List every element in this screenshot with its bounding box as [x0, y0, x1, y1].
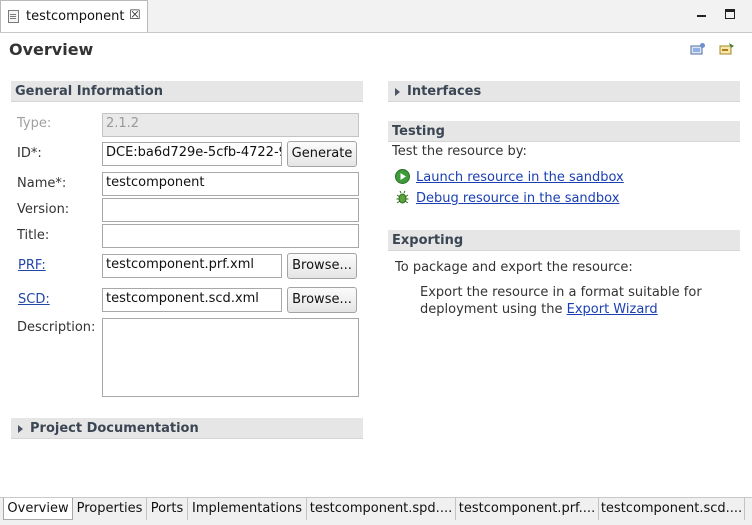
type-field: 2.1.2	[102, 113, 359, 137]
testing-intro: Test the resource by:	[392, 144, 527, 159]
page-tab-overview[interactable]: Overview	[3, 498, 73, 520]
editor-tab-label: testcomponent	[26, 9, 125, 24]
launch-sandbox-link[interactable]: Launch resource in the sandbox	[416, 170, 624, 185]
id-label: ID*:	[17, 146, 42, 161]
debug-icon	[396, 190, 409, 204]
editor-page-tabs: Overview Properties Ports Implementation…	[0, 497, 752, 525]
page-tab-spd[interactable]: testcomponent.spd....	[307, 498, 456, 520]
interfaces-title: Interfaces	[407, 84, 482, 99]
expand-triangle-icon	[18, 425, 23, 433]
exporting-intro: To package and export the resource:	[395, 260, 633, 275]
scd-link[interactable]: SCD:	[18, 292, 50, 307]
name-field[interactable]: testcomponent	[102, 172, 359, 196]
scd-field[interactable]: testcomponent.scd.xml	[102, 288, 282, 312]
export-wizard-link[interactable]: Export Wizard	[567, 302, 658, 317]
debug-sandbox-link[interactable]: Debug resource in the sandbox	[416, 191, 619, 206]
project-documentation-header[interactable]: Project Documentation	[11, 418, 363, 439]
page-tab-properties[interactable]: Properties	[73, 498, 147, 520]
maximize-icon[interactable]	[725, 9, 735, 19]
page-tab-prf[interactable]: testcomponent.prf....	[456, 498, 599, 520]
version-field[interactable]	[102, 198, 359, 222]
testing-header: Testing	[388, 121, 740, 142]
project-documentation-title: Project Documentation	[30, 421, 199, 436]
id-field[interactable]: DCE:ba6d729e-5cfb-4722-9	[102, 142, 282, 166]
testing-title: Testing	[392, 124, 445, 139]
exporting-description-prefix: deployment using the	[420, 302, 563, 317]
editor-tab-testcomponent[interactable]: testcomponent ☒	[0, 0, 148, 32]
page-tab-ports[interactable]: Ports	[147, 498, 188, 520]
title-label: Title:	[17, 228, 50, 243]
exporting-header: Exporting	[388, 230, 740, 251]
version-label: Version:	[17, 202, 70, 217]
exporting-description-line2: deployment using the Export Wizard	[420, 302, 658, 317]
title-field[interactable]	[102, 224, 359, 248]
description-label: Description:	[17, 320, 96, 335]
page-tab-implementations[interactable]: Implementations	[188, 498, 307, 520]
exporting-description-line1: Export the resource in a format suitable…	[420, 285, 702, 300]
scd-browse-button[interactable]: Browse...	[287, 287, 357, 313]
expand-triangle-icon	[395, 88, 400, 96]
header-action-icon[interactable]	[690, 42, 706, 56]
close-icon[interactable]: ☒	[129, 8, 141, 23]
header-action2-icon[interactable]	[719, 42, 735, 56]
run-icon	[395, 169, 410, 184]
page-title: Overview	[9, 40, 94, 59]
page-tab-scd[interactable]: testcomponent.scd....	[599, 498, 745, 520]
type-label: Type:	[17, 116, 52, 131]
description-field[interactable]	[102, 318, 359, 397]
exporting-title: Exporting	[392, 233, 464, 248]
prf-link[interactable]: PRF:	[18, 258, 46, 273]
interfaces-header[interactable]: Interfaces	[388, 81, 740, 102]
general-information-title: General Information	[15, 84, 163, 99]
prf-browse-button[interactable]: Browse...	[287, 253, 357, 279]
prf-field[interactable]: testcomponent.prf.xml	[102, 254, 282, 278]
minimize-icon[interactable]	[697, 8, 706, 17]
general-information-header: General Information	[11, 81, 363, 102]
name-label: Name*:	[17, 176, 67, 191]
generate-button[interactable]: Generate	[287, 141, 357, 167]
file-icon	[8, 10, 19, 23]
